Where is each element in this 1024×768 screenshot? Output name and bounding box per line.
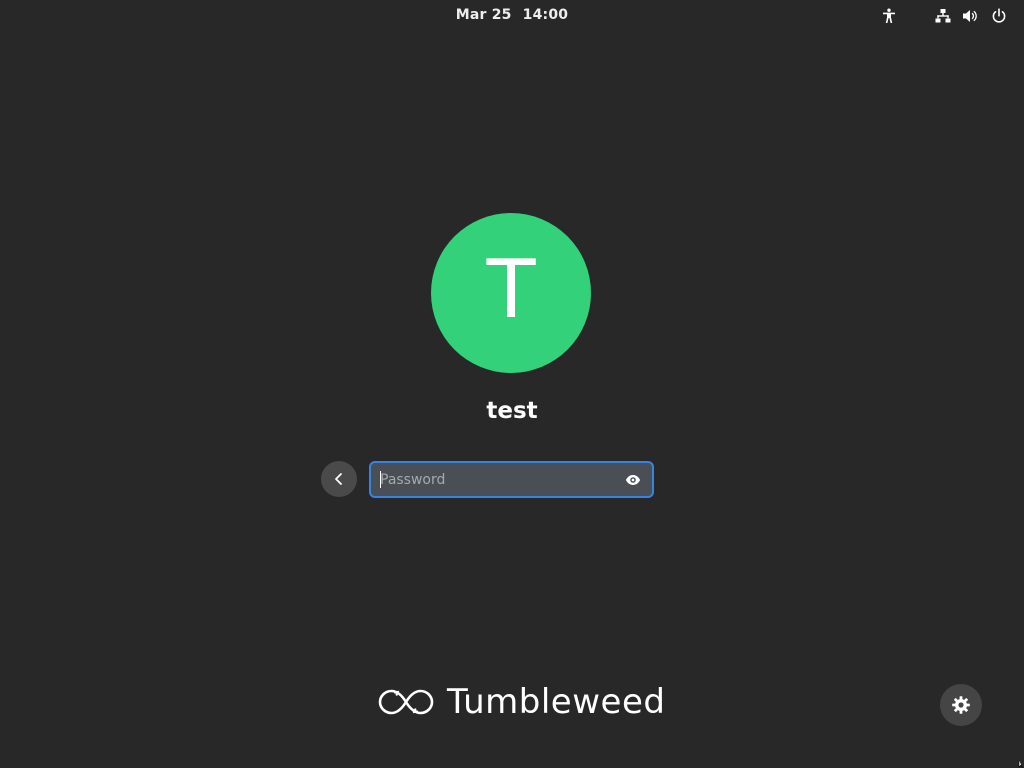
password-input[interactable] [371, 463, 620, 496]
mouse-pointer-icon [1018, 760, 1023, 768]
network-wired-icon[interactable] [933, 6, 953, 26]
session-settings-button[interactable] [940, 684, 982, 726]
power-icon[interactable] [989, 6, 1009, 26]
tumbleweed-infinity-icon [378, 689, 434, 715]
user-avatar: T [431, 213, 591, 373]
distro-logo: Tumbleweed [375, 680, 665, 724]
top-bar: Mar 25 14:00 [0, 0, 1024, 32]
clock-time: 14:00 [522, 7, 569, 23]
show-password-icon[interactable] [624, 471, 642, 489]
volume-icon[interactable] [960, 6, 980, 26]
logo-text: Tumbleweed [447, 682, 666, 722]
password-field[interactable] [369, 461, 654, 498]
gear-icon [952, 696, 970, 714]
user-name: test [486, 398, 538, 424]
chevron-left-icon [335, 473, 342, 485]
accessibility-icon[interactable] [879, 6, 899, 26]
clock[interactable]: Mar 25 14:00 [0, 7, 1024, 23]
login-screen: Mar 25 14:00 T test Tumbleweed [0, 0, 1024, 768]
avatar-initial: T [486, 243, 536, 336]
text-cursor [380, 471, 381, 488]
clock-date: Mar 25 [455, 7, 512, 23]
back-button[interactable] [321, 461, 357, 497]
